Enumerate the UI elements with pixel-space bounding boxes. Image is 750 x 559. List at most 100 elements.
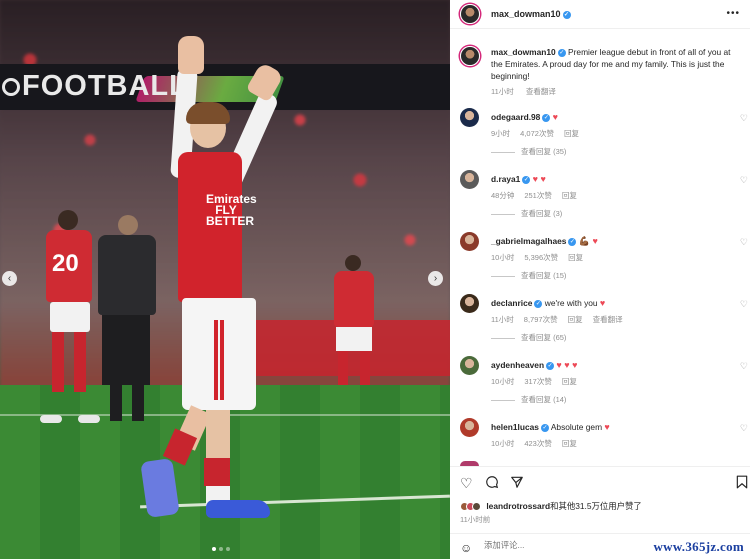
- author-avatar[interactable]: [460, 4, 480, 24]
- comment-meta: 10小时 317次赞 回复: [491, 376, 587, 387]
- heart-emoji: ♥ ♥ ♥: [556, 360, 578, 370]
- translate-link[interactable]: 查看翻译: [593, 315, 623, 324]
- commenter-avatar[interactable]: [460, 294, 479, 313]
- share-icon[interactable]: [510, 475, 524, 492]
- comment-text: declanrice ✓ we're with you ♥: [491, 298, 605, 308]
- commenter-username[interactable]: aydenheaven: [491, 360, 544, 370]
- liker-avatar: [472, 502, 481, 512]
- commenter-username[interactable]: declanrice: [491, 298, 532, 308]
- commenter-username[interactable]: d.raya1: [491, 174, 520, 184]
- comment-body: Absolute gem: [550, 422, 603, 432]
- comment-text: helen1lucas ✓ Absolute gem ♥: [491, 422, 610, 432]
- emoji-icon[interactable]: ☺: [460, 541, 472, 555]
- carousel-dot: [226, 547, 230, 551]
- comment-item: _gabrielmagalhaes ✓ 💪🏾 ♥ 10小时 5,396次赞 回复 ♡ 查看回…: [450, 232, 750, 294]
- carousel-indicator: [212, 547, 230, 551]
- carousel-dot: [219, 547, 223, 551]
- post-header: max_dowman10 ✓ •••: [450, 0, 750, 29]
- reply-button[interactable]: 回复: [568, 253, 583, 262]
- heart-emoji: 💪🏾 ♥: [578, 236, 598, 246]
- comment-like-icon[interactable]: ♡: [740, 423, 748, 434]
- commenter-avatar[interactable]: [460, 418, 479, 437]
- verified-icon: ✓: [542, 113, 551, 122]
- save-icon[interactable]: [736, 475, 748, 492]
- comment-meta: 11小时 8,797次赞 回复 查看翻译: [491, 314, 633, 325]
- verified-icon: ✓: [522, 175, 531, 184]
- comment-meta: 10小时 5,396次赞 回复: [491, 252, 593, 263]
- comment-item: d.raya1 ✓ ♥ ♥ 48分钟 251次赞 回复 ♡ 查看回复 (3): [450, 170, 750, 232]
- view-replies-link[interactable]: 查看回复 (35): [491, 146, 566, 157]
- next-image-button[interactable]: ›: [428, 271, 443, 286]
- post-timestamp: 11小时前: [460, 515, 491, 524]
- comment-time: 9小时: [491, 129, 511, 138]
- comment-time: 10小时: [491, 377, 515, 386]
- comment-item: aydenheaven ✓ ♥ ♥ ♥ 10小时 317次赞 回复 ♡ 查看回复 (14): [450, 356, 750, 418]
- comment-likes[interactable]: 251次赞: [524, 191, 552, 200]
- comment-text: aydenheaven ✓ ♥ ♥ ♥: [491, 360, 577, 370]
- heart-emoji: ♥ ♥: [532, 174, 546, 184]
- commenter-username[interactable]: _gabrielmagalhaes: [491, 236, 566, 246]
- post-caption: max_dowman10 ✓ Premier league debut in fr…: [491, 46, 743, 82]
- comment-like-icon[interactable]: ♡: [740, 175, 748, 186]
- view-replies-link[interactable]: 查看回复 (15): [491, 270, 566, 281]
- reply-button[interactable]: 回复: [568, 315, 583, 324]
- main-player: Emirates FLY BETTER: [140, 30, 300, 530]
- liker-username[interactable]: leandrotrossard: [486, 501, 550, 511]
- verified-icon: ✓: [562, 10, 571, 19]
- comment-like-icon[interactable]: ♡: [740, 237, 748, 248]
- commenter-avatar[interactable]: [460, 108, 479, 127]
- view-replies-link[interactable]: 查看回复 (3): [491, 208, 562, 219]
- caption-meta: 11小时 查看翻译: [491, 86, 566, 97]
- comment-likes[interactable]: 5,396次赞: [524, 253, 558, 262]
- commenter-avatar[interactable]: [460, 170, 479, 189]
- shirt-number: 20: [52, 250, 79, 277]
- commenter-username[interactable]: helen1lucas: [491, 422, 539, 432]
- comment-like-icon[interactable]: ♡: [740, 361, 748, 372]
- commenter-avatar[interactable]: [460, 356, 479, 375]
- comment-text: _gabrielmagalhaes ✓ 💪🏾 ♥: [491, 236, 598, 247]
- more-options-icon[interactable]: •••: [726, 8, 740, 19]
- comment-icon[interactable]: [485, 475, 499, 492]
- likes-text: 和其他31.5万位用户赞了: [550, 501, 642, 511]
- reply-button[interactable]: 回复: [562, 377, 577, 386]
- reply-button[interactable]: 回复: [562, 191, 577, 200]
- view-replies-link[interactable]: 查看回复 (14): [491, 394, 566, 405]
- comment-meta: 9小时 4,072次赞 回复: [491, 128, 589, 139]
- heart-emoji: ♥: [604, 422, 610, 432]
- background-player: [330, 255, 380, 395]
- commenter-username[interactable]: odegaard.98: [491, 112, 540, 122]
- like-icon[interactable]: ♡: [460, 475, 473, 492]
- comment-like-icon[interactable]: ♡: [740, 113, 748, 124]
- shirt-sponsor: Emirates FLY BETTER: [206, 192, 257, 228]
- verified-icon: ✓: [557, 48, 566, 57]
- comment-likes[interactable]: 423次赞: [524, 439, 552, 448]
- comment-time: 48分钟: [491, 191, 515, 200]
- post-photo: FOOTBALL 20 Emirates FLY BETTER ‹ ›: [0, 0, 450, 559]
- comment-text: d.raya1 ✓ ♥ ♥: [491, 174, 546, 184]
- verified-icon: ✓: [568, 237, 577, 246]
- comment-like-icon[interactable]: ♡: [740, 299, 748, 310]
- likes-summary[interactable]: leandrotrossard和其他31.5万位用户赞了: [460, 500, 642, 512]
- verified-icon: ✓: [546, 361, 555, 370]
- verified-icon: ✓: [540, 423, 549, 432]
- comment-likes[interactable]: 8,797次赞: [524, 315, 558, 324]
- comment-likes[interactable]: 317次赞: [524, 377, 552, 386]
- commenter-avatar[interactable]: [460, 232, 479, 251]
- caption-username[interactable]: max_dowman10: [491, 47, 556, 57]
- caption-author-avatar[interactable]: [460, 46, 480, 66]
- view-replies-link[interactable]: 查看回复 (65): [491, 332, 566, 343]
- comment-likes[interactable]: 4,072次赞: [520, 129, 554, 138]
- comment-time: 11小时: [491, 315, 514, 324]
- comment-meta: 10小时 423次赞 回复: [491, 438, 587, 449]
- translate-link[interactable]: 查看翻译: [526, 87, 556, 96]
- author-username[interactable]: max_dowman10 ✓: [491, 9, 571, 19]
- carousel-dot: [212, 547, 216, 551]
- comment-time: 10小时: [491, 253, 515, 262]
- reply-button[interactable]: 回复: [564, 129, 579, 138]
- caption-time: 11小时: [491, 87, 514, 96]
- comment-meta: 48分钟 251次赞 回复: [491, 190, 587, 201]
- previous-image-button[interactable]: ‹: [2, 271, 17, 286]
- heart-emoji: ♥: [552, 112, 559, 122]
- heart-emoji: ♥: [599, 298, 606, 308]
- reply-button[interactable]: 回复: [562, 439, 577, 448]
